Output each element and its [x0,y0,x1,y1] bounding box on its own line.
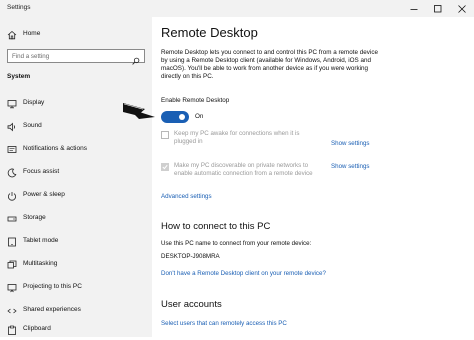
shared-experiences-icon [7,306,17,316]
minimize-icon [410,5,418,13]
keep-awake-label-line2: plugged in [174,138,203,145]
enable-remote-desktop-label: Enable Remote Desktop [161,97,230,104]
sidebar-item-shared-experiences[interactable]: Shared experiences [0,301,152,321]
page-description: Remote Desktop lets you connect to and c… [161,49,378,81]
sidebar: Home System Display Sound Notifications … [0,17,152,337]
advanced-settings-link[interactable]: Advanced settings [161,193,212,200]
title-bar: Settings [0,0,474,17]
discoverable-label-line2: enable automatic connection from a remot… [174,170,313,177]
home-icon [7,30,17,40]
sidebar-section-system: System [7,73,31,80]
discoverable-label-line1: Make my PC discoverable on private netwo… [174,162,309,169]
storage-icon [7,214,17,224]
close-icon [458,4,466,13]
search-input[interactable] [12,51,128,61]
keep-awake-label-line1: Keep my PC awake for connections when it… [174,130,300,137]
select-users-link[interactable]: Select users that can remotely access th… [161,320,287,327]
close-button[interactable] [450,0,474,17]
page-title: Remote Desktop [161,25,258,40]
connect-heading: How to connect to this PC [161,221,271,232]
sidebar-item-label: Sound [23,122,42,129]
multitasking-icon [7,260,17,270]
sidebar-item-label: Storage [23,214,46,221]
search-icon[interactable] [132,52,140,70]
discoverable-checkbox[interactable] [161,163,169,171]
keep-awake-label: Keep my PC awake for connections when it… [174,130,334,146]
minimize-button[interactable] [402,0,426,17]
remote-desktop-toggle[interactable] [161,111,189,123]
show-settings-link-discoverable[interactable]: Show settings [331,163,370,170]
home-label: Home [23,30,41,37]
pc-name: DESKTOP-J908MRA [161,253,220,260]
pointer-arrow-icon [121,97,161,126]
clipboard-icon [7,325,17,335]
sound-icon [7,122,17,132]
show-settings-link-awake[interactable]: Show settings [331,140,370,147]
projecting-icon [7,283,17,293]
toggle-state-label: On [195,113,204,120]
maximize-icon [434,4,442,13]
power-icon [7,191,17,201]
tablet-icon [7,237,17,247]
search-box[interactable] [7,49,145,65]
keep-awake-checkbox[interactable] [161,131,169,139]
sidebar-item-label: Shared experiences [23,306,81,313]
discoverable-label: Make my PC discoverable on private netwo… [174,162,344,178]
sidebar-item-projecting[interactable]: Projecting to this PC [0,278,152,298]
sidebar-item-power[interactable]: Power & sleep [0,186,152,206]
sidebar-item-label: Notifications & actions [23,145,87,152]
sidebar-item-label: Focus assist [23,168,60,175]
home-nav-item[interactable]: Home [0,25,152,45]
sidebar-item-multitasking[interactable]: Multitasking [0,255,152,275]
notifications-icon [7,145,17,155]
focus-assist-icon [7,168,17,178]
sidebar-item-label: Clipboard [23,325,51,332]
display-icon [7,99,17,109]
checkmark-icon [162,164,168,170]
sidebar-item-tablet-mode[interactable]: Tablet mode [0,232,152,252]
maximize-button[interactable] [426,0,450,17]
window-title: Settings [7,4,31,11]
sidebar-item-notifications[interactable]: Notifications & actions [0,140,152,160]
no-client-link[interactable]: Don't have a Remote Desktop client on yo… [161,270,326,277]
sidebar-item-label: Multitasking [23,260,58,267]
user-accounts-heading: User accounts [161,299,222,310]
sidebar-item-focus-assist[interactable]: Focus assist [0,163,152,183]
main-content: Remote Desktop Remote Desktop lets you c… [152,17,474,337]
sidebar-item-label: Tablet mode [23,237,59,244]
sidebar-item-label: Power & sleep [23,191,65,198]
connect-instruction: Use this PC name to connect from your re… [161,240,312,247]
sidebar-item-label: Projecting to this PC [23,283,82,290]
sidebar-item-storage[interactable]: Storage [0,209,152,229]
toggle-knob [179,114,185,120]
sidebar-item-label: Display [23,99,45,106]
sidebar-item-clipboard[interactable]: Clipboard [0,320,152,340]
